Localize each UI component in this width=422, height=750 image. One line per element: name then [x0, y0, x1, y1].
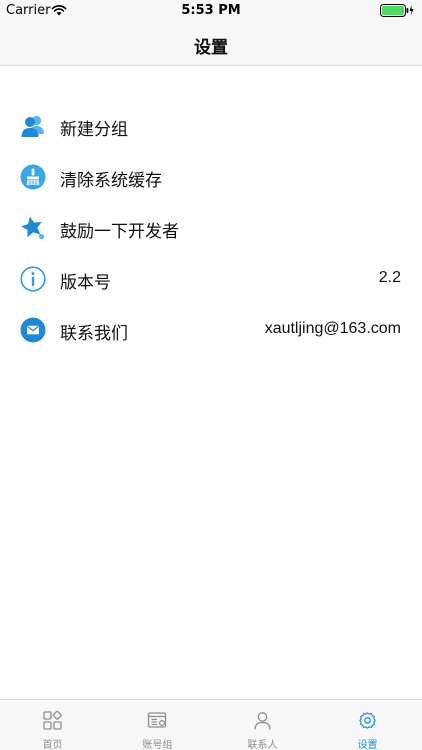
settings-row-label: 鼓励一下开发者: [60, 222, 179, 242]
status-time: 5:53 PM: [181, 3, 241, 18]
info-icon: [20, 266, 46, 292]
contact-email-value[interactable]: xautljing@163.com: [265, 320, 401, 338]
status-bar: Carrier 5:53 PM: [0, 0, 422, 22]
version-value: 2.2: [378, 269, 401, 286]
settings-row-clear-cache[interactable]: 清除系统缓存: [0, 152, 422, 203]
settings-list: 新建分组 清除系统缓存 鼓励一下开发者 版本号 2.2 联系我们 xautlji…: [0, 101, 422, 356]
tab-home[interactable]: 首页: [0, 700, 105, 750]
tab-label: 设置: [357, 740, 378, 750]
settings-row-label: 新建分组: [60, 120, 128, 140]
people-icon: [21, 115, 44, 137]
broom-icon: [20, 164, 46, 190]
settings-row-new-group[interactable]: 新建分组: [0, 101, 422, 152]
battery-icon: [380, 4, 414, 17]
mail-icon: [20, 317, 46, 343]
page-title: 设置: [194, 38, 228, 58]
grid-icon: [43, 710, 62, 730]
tab-bar: 首页 账号组 联系人 设置: [0, 699, 422, 750]
tab-label: 联系人: [247, 740, 278, 750]
settings-row-label: 清除系统缓存: [60, 171, 162, 191]
gear-icon: [359, 712, 376, 729]
star-icon: [21, 216, 45, 240]
tab-contacts[interactable]: 联系人: [210, 700, 315, 750]
account-group-icon: [147, 712, 167, 728]
navigation-bar: 设置: [0, 22, 422, 66]
tab-account-group[interactable]: 账号组: [105, 700, 210, 750]
tab-label: 首页: [42, 740, 63, 750]
settings-row-contact-us[interactable]: 联系我们 xautljing@163.com: [0, 305, 422, 356]
settings-row-encourage-developer[interactable]: 鼓励一下开发者: [0, 203, 422, 254]
settings-row-label: 版本号: [60, 273, 111, 293]
tab-settings[interactable]: 设置: [315, 700, 420, 750]
settings-row-version: 版本号 2.2: [0, 254, 422, 305]
settings-row-label: 联系我们: [60, 324, 128, 344]
tab-label: 账号组: [142, 740, 173, 750]
person-icon: [254, 712, 271, 730]
